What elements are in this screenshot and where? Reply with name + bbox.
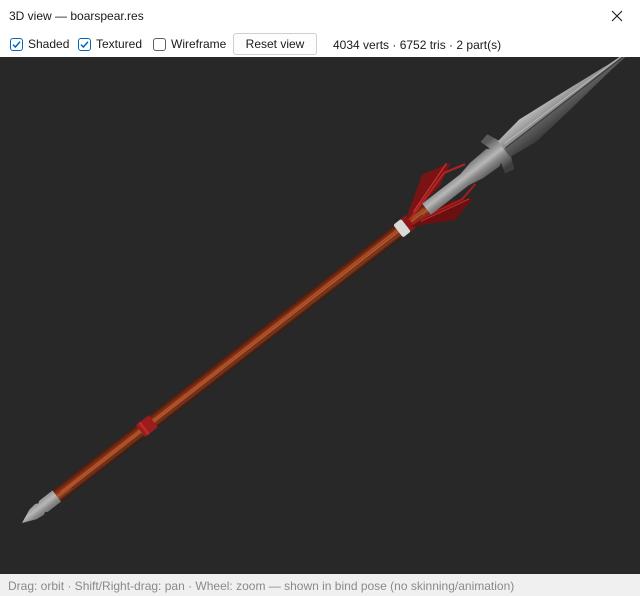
navigation-hint: Drag: orbit · Shift/Right-drag: pan · Wh… [8, 579, 515, 593]
toolbar: Shaded Textured Wireframe Reset view 403… [0, 32, 640, 57]
reset-view-button[interactable]: Reset view [233, 33, 317, 55]
spear-blade [497, 42, 640, 158]
title-bar[interactable]: 3D view — boarspear.res [0, 0, 640, 32]
shaded-label: Shaded [28, 37, 70, 51]
window-title: 3D view — boarspear.res [9, 9, 144, 23]
spear-shaft [52, 202, 433, 502]
3d-viewport[interactable] [0, 42, 640, 574]
checkbox-checked-icon [78, 37, 91, 51]
shaded-checkbox[interactable]: Shaded [10, 36, 69, 52]
textured-checkbox[interactable]: Textured [78, 36, 142, 52]
textured-label: Textured [96, 37, 143, 51]
close-button[interactable] [594, 0, 640, 32]
model-viewer-window: 3D view — boarspear.res Shaded Textured … [0, 0, 640, 596]
wireframe-checkbox[interactable]: Wireframe [153, 36, 226, 52]
wireframe-label: Wireframe [171, 37, 227, 51]
status-bar: Drag: orbit · Shift/Right-drag: pan · Wh… [0, 574, 640, 596]
checkbox-checked-icon [10, 37, 23, 51]
checkbox-unchecked-icon [153, 37, 166, 51]
mesh-stats: 4034 verts · 6752 tris · 2 part(s) [333, 38, 502, 52]
spear-model [22, 42, 640, 523]
close-icon [611, 10, 623, 22]
